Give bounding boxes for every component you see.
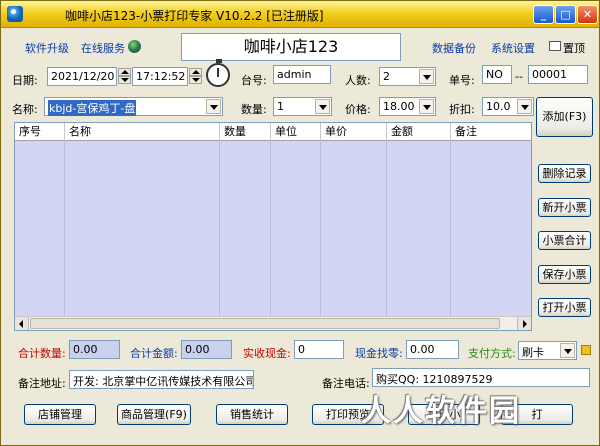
date-label: 日期:: [12, 74, 38, 87]
payment-select-value: 刷卡: [522, 346, 544, 359]
time-input[interactable]: 17:12:52: [132, 67, 188, 86]
total-amount-value: 0.00: [181, 340, 232, 359]
chevron-down-icon[interactable]: [206, 99, 221, 114]
main-window: 咖啡小店123-小票打印专家 V10.2.2 [已注册版] _ □ ✕ 软件升级…: [0, 0, 600, 446]
qty-label: 数量:: [241, 103, 267, 116]
items-grid[interactable]: 序号 名称 数量 单位 单价 金额 备注: [14, 122, 532, 331]
sales-stats-button[interactable]: 销售统计: [216, 404, 288, 425]
price-select[interactable]: 18.00: [379, 97, 436, 116]
payment-icon[interactable]: [581, 345, 591, 355]
people-select[interactable]: 2: [379, 67, 436, 86]
phone-input[interactable]: 购买QQ: 1210897529: [372, 368, 590, 387]
payment-label: 支付方式:: [468, 347, 516, 360]
discount-select[interactable]: 10.0: [482, 97, 534, 116]
date-input[interactable]: 2021/12/20: [47, 67, 117, 86]
window-title: 咖啡小店123-小票打印专家 V10.2.2 [已注册版]: [65, 9, 324, 23]
grid-divider: [219, 141, 220, 316]
app-icon: [7, 6, 23, 22]
settings-link[interactable]: 系统设置: [491, 40, 535, 56]
order-number-input[interactable]: 00001: [528, 65, 588, 84]
col-index[interactable]: 序号: [15, 123, 65, 141]
order-label: 单号:: [449, 74, 475, 87]
receipt-total-button[interactable]: 小票合计: [538, 231, 591, 250]
price-label: 价格:: [345, 103, 371, 116]
date-spinner[interactable]: [118, 68, 131, 85]
grid-divider: [320, 141, 321, 316]
close-button[interactable]: ✕: [577, 5, 598, 24]
minimize-button[interactable]: _: [533, 5, 554, 24]
name-label: 名称:: [12, 103, 38, 116]
name-select[interactable]: kbjd-宫保鸡丁-盘: [44, 97, 223, 116]
watermark-logo: 人人软件园: [361, 394, 521, 429]
title-bar[interactable]: 咖啡小店123-小票打印专家 V10.2.2 [已注册版] _ □ ✕: [1, 1, 599, 28]
people-select-value: 2: [383, 70, 390, 83]
chevron-down-icon[interactable]: [315, 99, 330, 114]
chevron-down-icon[interactable]: [560, 343, 575, 358]
col-note[interactable]: 备注: [451, 123, 531, 141]
col-price[interactable]: 单价: [321, 123, 387, 141]
new-receipt-button[interactable]: 新开小票: [538, 198, 591, 217]
address-input[interactable]: 开发: 北京掌中亿讯传媒技术有限公司: [69, 370, 254, 389]
grid-divider: [64, 141, 65, 316]
globe-icon[interactable]: [128, 40, 141, 53]
delete-record-button[interactable]: 删除记录: [538, 164, 591, 183]
order-separator: --: [515, 70, 523, 83]
scroll-left-icon[interactable]: [15, 317, 29, 330]
cash-received-label: 实收现金:: [243, 347, 291, 360]
stopwatch-icon[interactable]: [206, 59, 230, 87]
save-receipt-button[interactable]: 保存小票: [538, 265, 591, 284]
chevron-down-icon[interactable]: [517, 99, 532, 114]
qty-select-value: 1: [277, 100, 284, 113]
scroll-right-icon[interactable]: [517, 317, 531, 330]
people-label: 人数:: [345, 74, 371, 87]
online-service-link[interactable]: 在线服务: [81, 40, 125, 56]
total-qty-value: 0.00: [69, 340, 120, 359]
discount-label: 折扣:: [449, 103, 475, 116]
change-label: 现金找零:: [355, 347, 403, 360]
table-label: 台号:: [241, 74, 267, 87]
change-value: 0.00: [406, 340, 459, 359]
address-label: 备注地址:: [18, 377, 66, 390]
name-select-value: kbjd-宫保鸡丁-盘: [48, 100, 137, 116]
cash-received-input[interactable]: 0: [294, 340, 344, 359]
col-name[interactable]: 名称: [65, 123, 220, 141]
add-button[interactable]: 添加(F3): [536, 97, 593, 137]
col-qty[interactable]: 数量: [220, 123, 271, 141]
table-input[interactable]: admin: [273, 65, 331, 84]
pin-top-label[interactable]: 置顶: [563, 40, 585, 56]
discount-select-value: 10.0: [486, 100, 511, 113]
chevron-down-icon[interactable]: [419, 69, 434, 84]
grid-divider: [270, 141, 271, 316]
col-unit[interactable]: 单位: [271, 123, 321, 141]
grid-divider: [450, 141, 451, 316]
backup-link[interactable]: 数据备份: [432, 40, 476, 56]
qty-select[interactable]: 1: [273, 97, 332, 116]
total-amount-label: 合计金额:: [130, 347, 178, 360]
maximize-button[interactable]: □: [555, 5, 576, 24]
grid-header: 序号 名称 数量 单位 单价 金额 备注: [15, 123, 531, 141]
shop-name-field[interactable]: 咖啡小店123: [181, 33, 401, 61]
pin-top-icon[interactable]: [549, 41, 561, 51]
shop-manage-button[interactable]: 店铺管理: [24, 404, 96, 425]
upgrade-link[interactable]: 软件升级: [25, 40, 69, 56]
time-spinner[interactable]: [189, 68, 202, 85]
payment-select[interactable]: 刷卡: [518, 341, 577, 360]
total-qty-label: 合计数量:: [18, 347, 66, 360]
scroll-thumb[interactable]: [30, 318, 500, 329]
chevron-down-icon[interactable]: [419, 99, 434, 114]
goods-manage-button[interactable]: 商品管理(F9): [117, 404, 191, 425]
horizontal-scrollbar[interactable]: [15, 316, 531, 330]
price-select-value: 18.00: [383, 100, 415, 113]
order-prefix-input[interactable]: NO: [482, 65, 512, 84]
open-receipt-button[interactable]: 打开小票: [538, 298, 591, 317]
col-amount[interactable]: 金额: [387, 123, 451, 141]
grid-divider: [386, 141, 387, 316]
